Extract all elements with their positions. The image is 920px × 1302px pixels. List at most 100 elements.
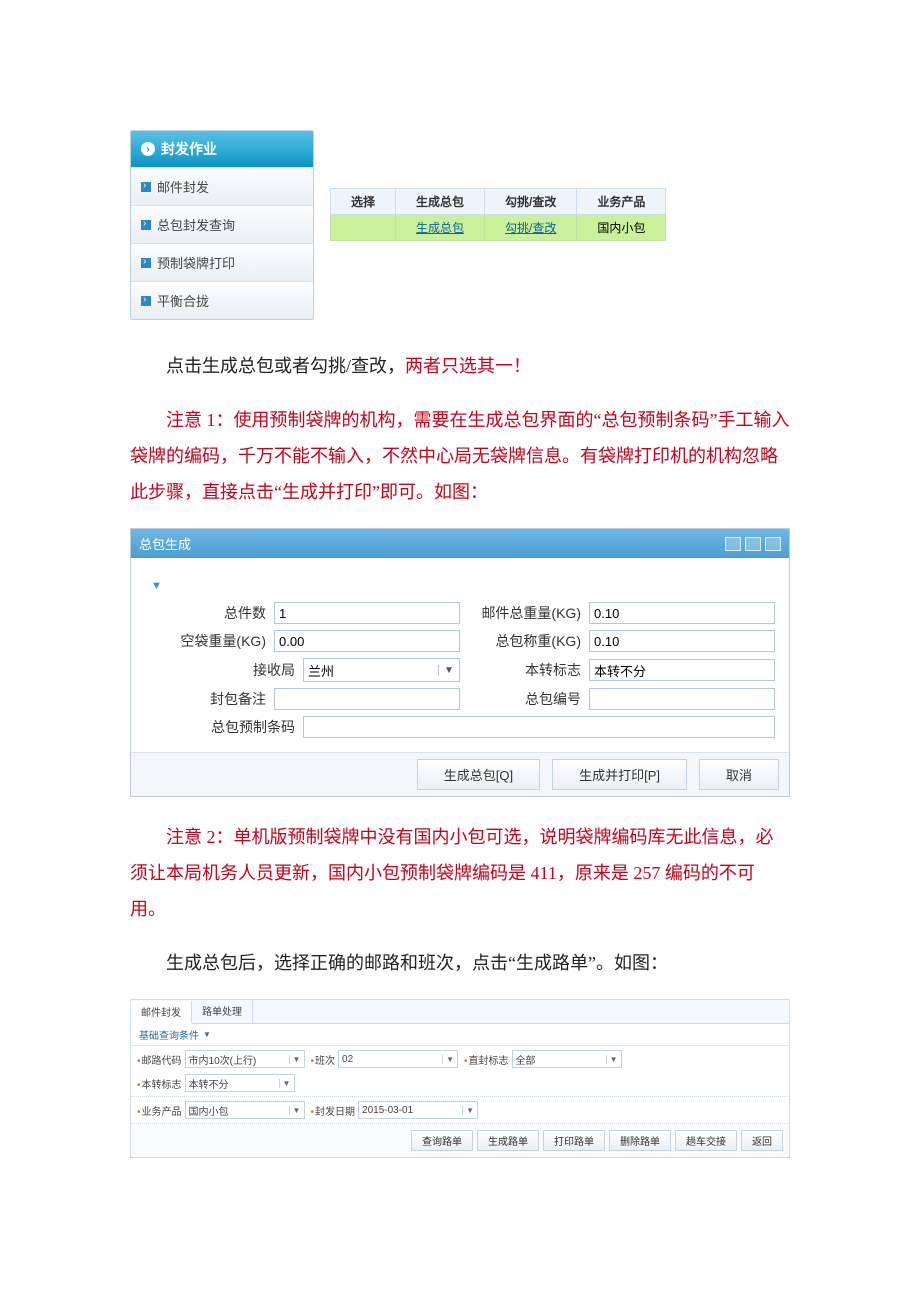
label-empty-bag-weight: 空袋重量(KG) [145, 631, 274, 651]
paragraph-note2: 注意 2：单机版预制袋牌中没有国内小包可选，说明袋牌编码库无此信息，必须让本局机… [130, 819, 790, 927]
button-query-route[interactable]: 查询路单 [411, 1130, 473, 1151]
chevron-down-icon: ▼ [289, 1055, 304, 1064]
select-seal-date[interactable]: 2015-03-01 ▼ [358, 1101, 478, 1119]
chevron-down-icon: ▼ [462, 1106, 477, 1115]
p1-red: 两者只选其一！ [405, 356, 531, 376]
route-subheader[interactable]: 基础查询条件 ▼ [131, 1024, 789, 1046]
label-bag-weigh: 总包称重(KG) [460, 631, 589, 651]
input-seal-remark[interactable] [274, 688, 460, 710]
label-product: 业务产品 [137, 1103, 182, 1118]
bullet-icon [141, 296, 151, 306]
cell-product: 国内小包 [577, 215, 666, 241]
select-batch[interactable]: 02 ▼ [338, 1050, 458, 1068]
tab-mail-seal[interactable]: 邮件封发 [131, 1001, 192, 1024]
link-pick-modify[interactable]: 勾挑/查改 [505, 221, 556, 235]
select-transfer-value: 本转不分 [189, 1076, 229, 1091]
select-product-value: 国内小包 [189, 1103, 229, 1118]
table-row: 生成总包 勾挑/查改 国内小包 [331, 215, 666, 241]
minimize-icon[interactable] [725, 537, 741, 551]
button-back[interactable]: 返回 [741, 1130, 783, 1151]
label-transfer: 本转标志 [137, 1076, 182, 1091]
col-product: 业务产品 [577, 189, 666, 215]
select-route-code-value: 市内10次(上行) [189, 1052, 257, 1067]
label-direct-seal: 直封标志 [464, 1052, 509, 1067]
label-route-code: 邮路代码 [137, 1052, 182, 1067]
close-icon[interactable] [765, 537, 781, 551]
col-modify: 勾挑/查改 [485, 189, 577, 215]
button-generate-bag[interactable]: 生成总包[Q] [417, 759, 540, 790]
button-gen-route[interactable]: 生成路单 [477, 1130, 539, 1151]
select-route-code[interactable]: 市内10次(上行) ▼ [185, 1050, 305, 1068]
col-select: 选择 [331, 189, 396, 215]
route-subheader-label: 基础查询条件 [139, 1027, 199, 1042]
paragraph-1: 点击生成总包或者勾挑/查改，两者只选其一！ [130, 348, 790, 384]
label-batch: 班次 [311, 1052, 336, 1067]
select-recv-bureau[interactable]: 兰州 ▼ [303, 658, 460, 682]
input-mail-total-weight[interactable] [589, 602, 775, 624]
label-recv-bureau: 接收局 [145, 660, 303, 680]
window-buttons [725, 537, 781, 551]
nav-item-label: 预制袋牌打印 [157, 253, 235, 272]
nav-item-balance[interactable]: 平衡合拢 [131, 281, 313, 319]
label-seal-date: 封发日期 [311, 1103, 356, 1118]
nav-item-label: 平衡合拢 [157, 291, 209, 310]
input-empty-bag-weight[interactable] [274, 630, 460, 652]
route-tabs: 邮件封发 路单处理 [131, 1000, 789, 1024]
link-generate-bag[interactable]: 生成总包 [416, 221, 464, 235]
select-direct-seal[interactable]: 全部 ▼ [512, 1050, 622, 1068]
mini-table: 选择 生成总包 勾挑/查改 业务产品 生成总包 勾挑/查改 国内小包 [330, 188, 666, 241]
chevron-down-icon: ▼ [442, 1055, 457, 1064]
paragraph-4: 生成总包后，选择正确的邮路和班次，点击“生成路单”。如图： [130, 945, 790, 981]
bullet-icon [141, 182, 151, 192]
select-batch-value: 02 [342, 1054, 353, 1065]
select-recv-bureau-value: 兰州 [308, 661, 334, 680]
button-delete-route[interactable]: 删除路单 [609, 1130, 671, 1151]
chevron-icon: › [141, 142, 155, 156]
label-mail-total-weight: 邮件总重量(KG) [460, 603, 589, 623]
select-seal-date-value: 2015-03-01 [362, 1105, 413, 1116]
nav-header-label: 封发作业 [161, 139, 217, 159]
input-total-count[interactable] [274, 602, 460, 624]
chevron-down-icon: ▼ [606, 1055, 621, 1064]
nav-screenshot: › 封发作业 邮件封发 总包封发查询 预制袋牌打印 平衡合拢 [130, 130, 790, 320]
button-trip-handover[interactable]: 趟车交接 [675, 1130, 737, 1151]
nav-item-bag-query[interactable]: 总包封发查询 [131, 205, 313, 243]
chevron-down-icon: ▼ [438, 665, 459, 676]
chevron-down-icon: ▼ [289, 1106, 304, 1115]
bullet-icon [141, 258, 151, 268]
label-total-count: 总件数 [145, 603, 274, 623]
select-direct-seal-value: 全部 [516, 1052, 536, 1067]
collapse-icon[interactable]: ▼ [151, 580, 775, 592]
tab-route-list[interactable]: 路单处理 [192, 1000, 253, 1023]
form-bag-generate: 总包生成 ▼ 总件数 邮件总重量(KG) 空袋 [130, 528, 790, 797]
chevron-down-icon: ▼ [279, 1079, 294, 1088]
cell-select[interactable] [331, 215, 396, 241]
paragraph-note1: 注意 1：使用预制袋牌的机构，需要在生成总包界面的“总包预制条码”手工输入袋牌的… [130, 402, 790, 510]
label-seal-remark: 封包备注 [145, 689, 274, 709]
nav-item-label: 邮件封发 [157, 177, 209, 196]
button-cancel[interactable]: 取消 [699, 759, 779, 790]
form-title: 总包生成 [139, 534, 191, 553]
nav-menu: › 封发作业 邮件封发 总包封发查询 预制袋牌打印 平衡合拢 [130, 130, 314, 320]
p1-black: 点击生成总包或者勾挑/查改， [166, 356, 405, 376]
label-transfer-flag: 本转标志 [460, 660, 589, 680]
label-preprint-code: 总包预制条码 [145, 717, 303, 737]
bullet-icon [141, 220, 151, 230]
input-transfer-flag[interactable] [589, 659, 775, 681]
nav-item-label: 总包封发查询 [157, 215, 235, 234]
input-bag-weigh[interactable] [589, 630, 775, 652]
nav-header: › 封发作业 [131, 131, 313, 167]
select-transfer[interactable]: 本转不分 ▼ [185, 1074, 295, 1092]
label-bag-no: 总包编号 [460, 689, 589, 709]
maximize-icon[interactable] [745, 537, 761, 551]
button-print-route[interactable]: 打印路单 [543, 1130, 605, 1151]
button-generate-print[interactable]: 生成并打印[P] [552, 759, 687, 790]
input-preprint-code[interactable] [303, 716, 775, 738]
route-form: 邮件封发 路单处理 基础查询条件 ▼ 邮路代码 市内10次(上行) ▼ 班次 02… [130, 999, 790, 1158]
input-bag-no[interactable] [589, 688, 775, 710]
chevron-down-icon: ▼ [203, 1030, 211, 1039]
nav-item-tag-print[interactable]: 预制袋牌打印 [131, 243, 313, 281]
select-product[interactable]: 国内小包 ▼ [185, 1101, 305, 1119]
nav-item-mail-seal[interactable]: 邮件封发 [131, 167, 313, 205]
form-titlebar: 总包生成 [131, 529, 789, 558]
